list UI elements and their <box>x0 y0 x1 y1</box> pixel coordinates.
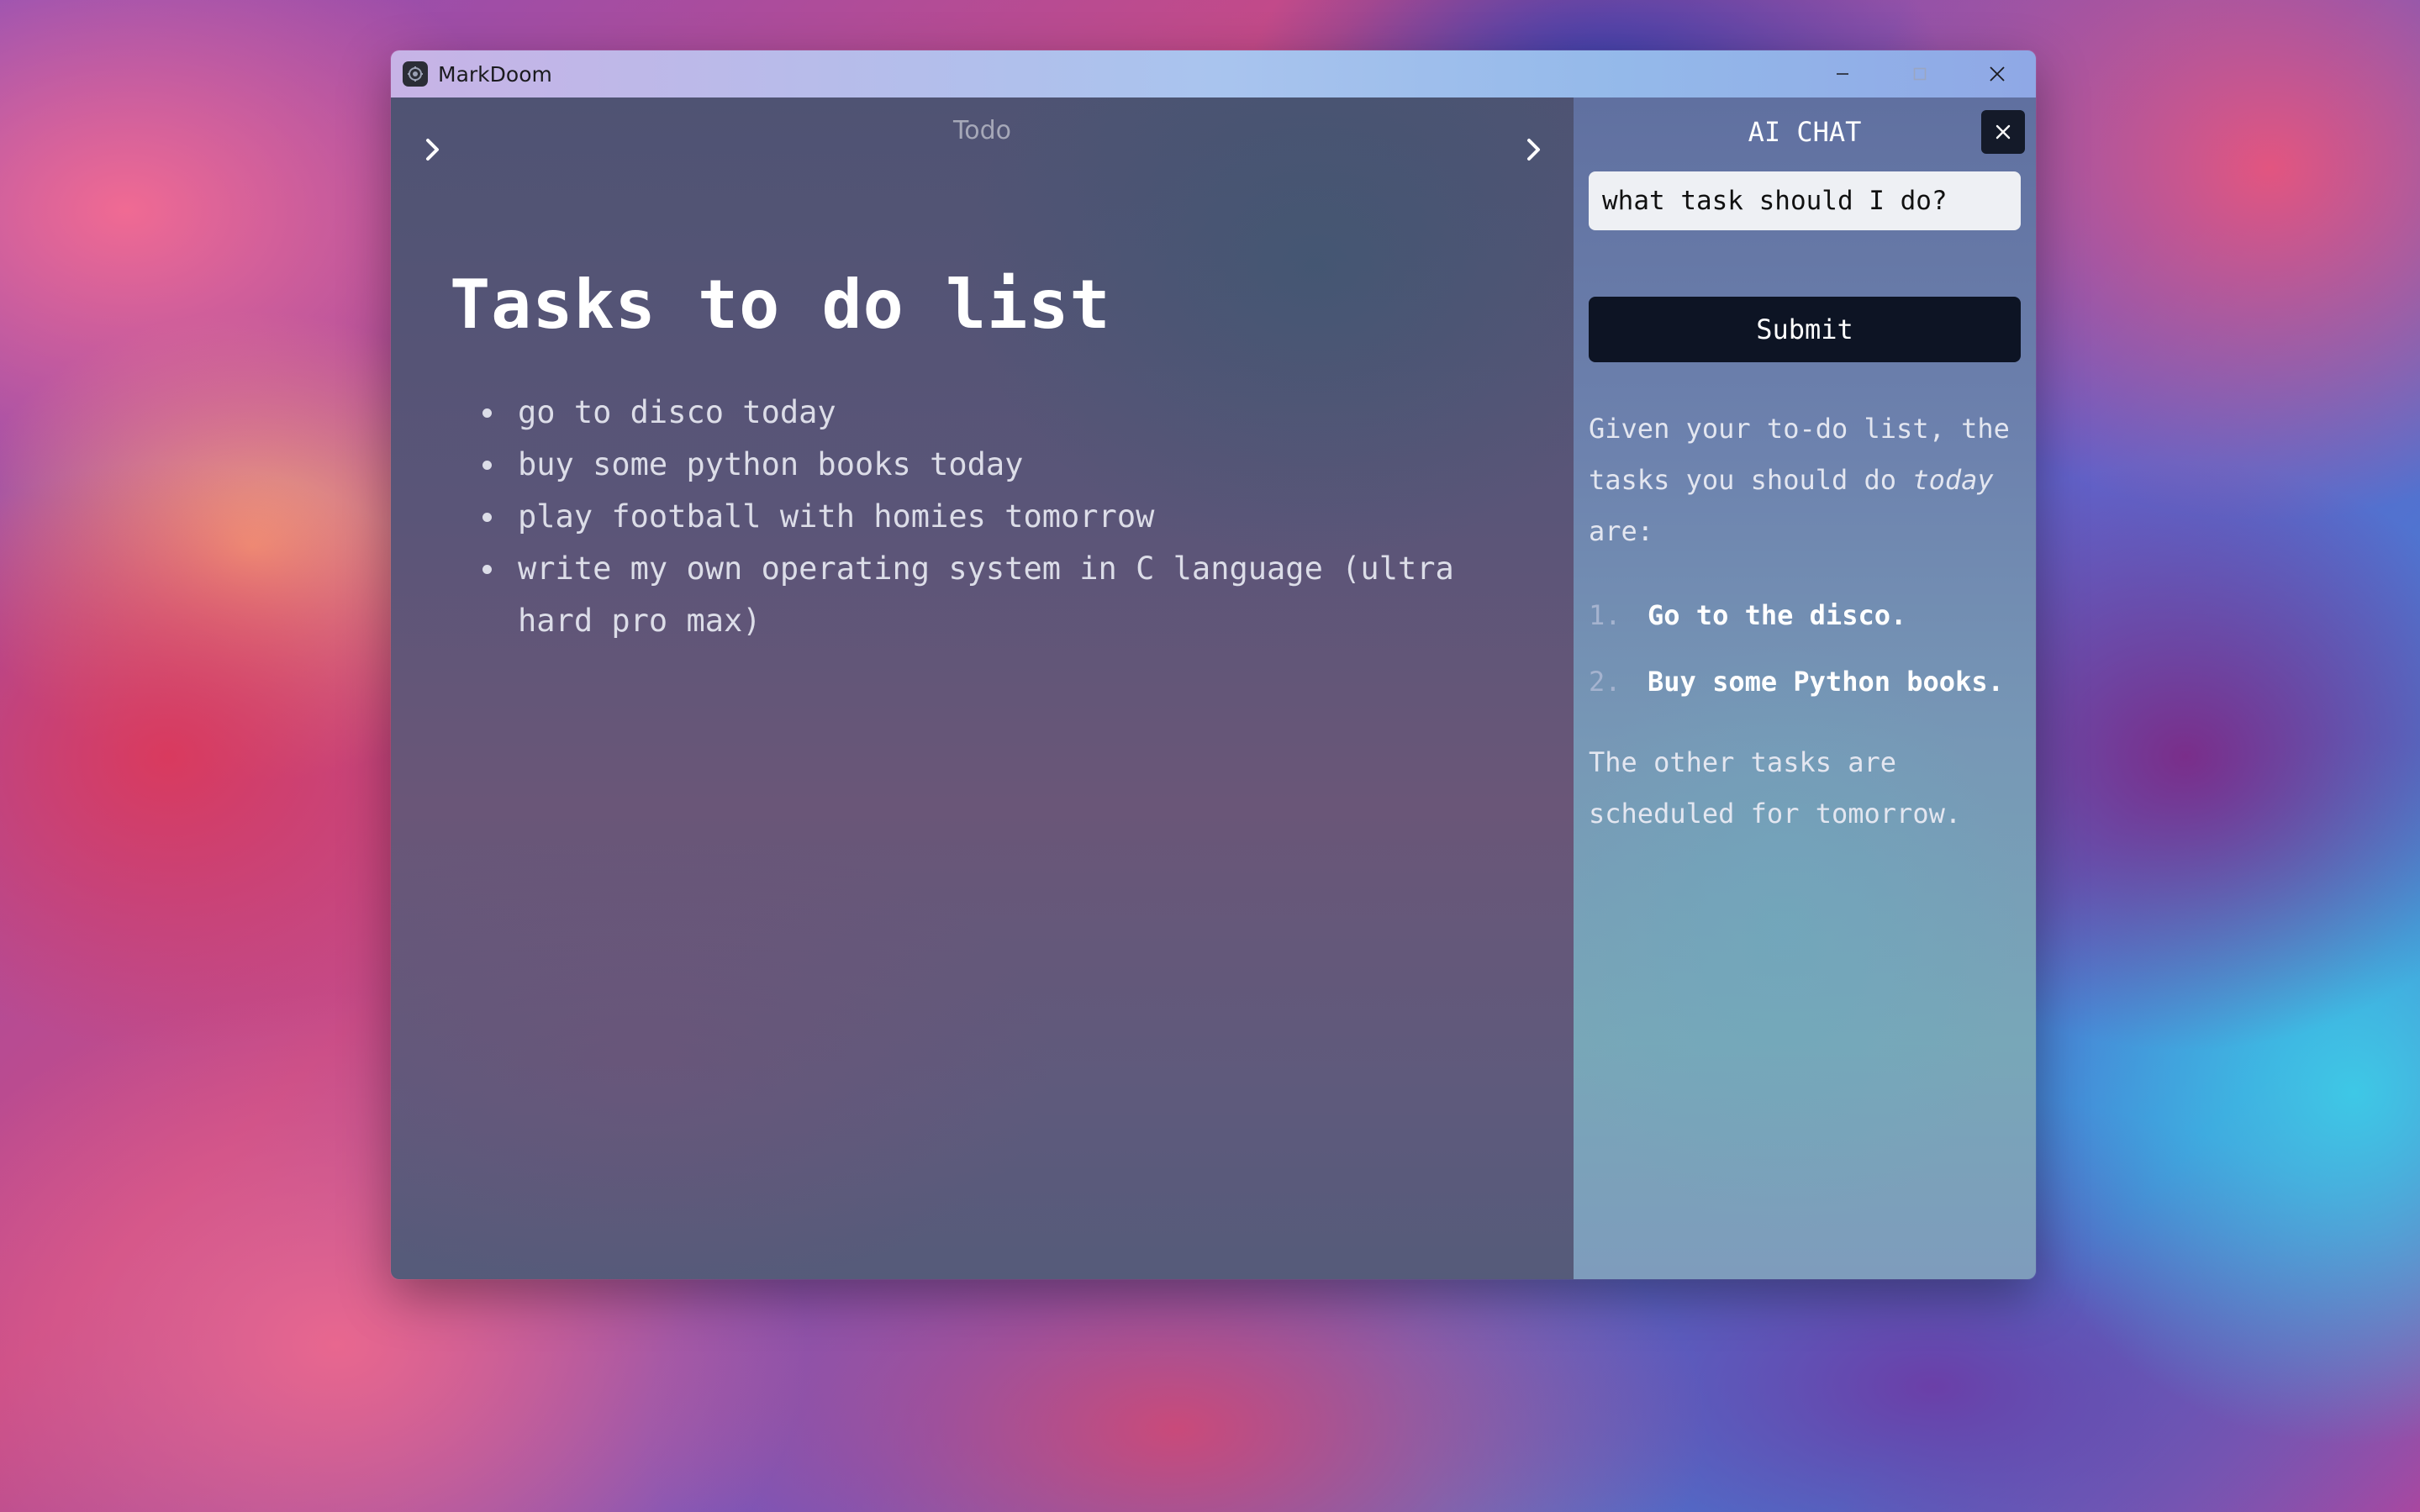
close-icon <box>1996 124 2011 140</box>
list-item: 1. Go to the disco. <box>1589 582 2026 649</box>
title-bar[interactable]: MarkDoom <box>391 50 2036 97</box>
close-chat-button[interactable] <box>1981 110 2025 154</box>
ai-chat-panel: AI CHAT Submit Given your to-do list, th… <box>1574 97 2036 1279</box>
close-icon <box>1990 66 2005 82</box>
list-item: play football with homies tomorrow <box>482 491 1468 543</box>
submit-button[interactable]: Submit <box>1589 297 2021 362</box>
list-item: write my own operating system in C langu… <box>482 543 1468 647</box>
list-number: 1. <box>1589 599 1621 631</box>
document-title: Todo <box>953 116 1011 145</box>
chat-response: Given your to-do list, the tasks you sho… <box>1589 403 2026 840</box>
editor-pane[interactable]: Todo Tasks to do list go to disco today … <box>391 97 1574 1279</box>
list-item: 2. Buy some Python books. <box>1589 649 2026 715</box>
chat-input[interactable] <box>1589 171 2021 230</box>
window-title: MarkDoom <box>438 61 552 87</box>
task-list: go to disco today buy some python books … <box>482 387 1468 647</box>
list-text: Go to the disco. <box>1648 599 1907 631</box>
app-window: MarkDoom Todo Tasks to do list go to dis… <box>391 50 2036 1279</box>
response-intro: Given your to-do list, the tasks you sho… <box>1589 403 2026 557</box>
response-emphasis: today <box>1912 464 1994 496</box>
list-item: go to disco today <box>482 387 1468 439</box>
response-outro: The other tasks are scheduled for tomorr… <box>1589 746 1962 830</box>
list-number: 2. <box>1589 666 1621 698</box>
toggle-chat-button[interactable] <box>1517 133 1551 166</box>
minimize-button[interactable] <box>1804 50 1881 97</box>
document-heading: Tasks to do list <box>450 266 1111 344</box>
close-window-button[interactable] <box>1959 50 2036 97</box>
minimize-icon <box>1837 73 1848 75</box>
response-intro-end: are: <box>1589 515 1654 547</box>
markdoom-app-icon <box>403 61 428 87</box>
maximize-icon <box>1913 67 1927 81</box>
chat-header: AI CHAT <box>1748 116 1862 148</box>
chevron-right-icon <box>1527 139 1540 161</box>
response-list: 1. Go to the disco. 2. Buy some Python b… <box>1589 582 2026 715</box>
maximize-button[interactable] <box>1881 50 1959 97</box>
list-item: buy some python books today <box>482 439 1468 491</box>
window-controls <box>1804 50 2036 97</box>
list-text: Buy some Python books. <box>1648 666 2004 698</box>
